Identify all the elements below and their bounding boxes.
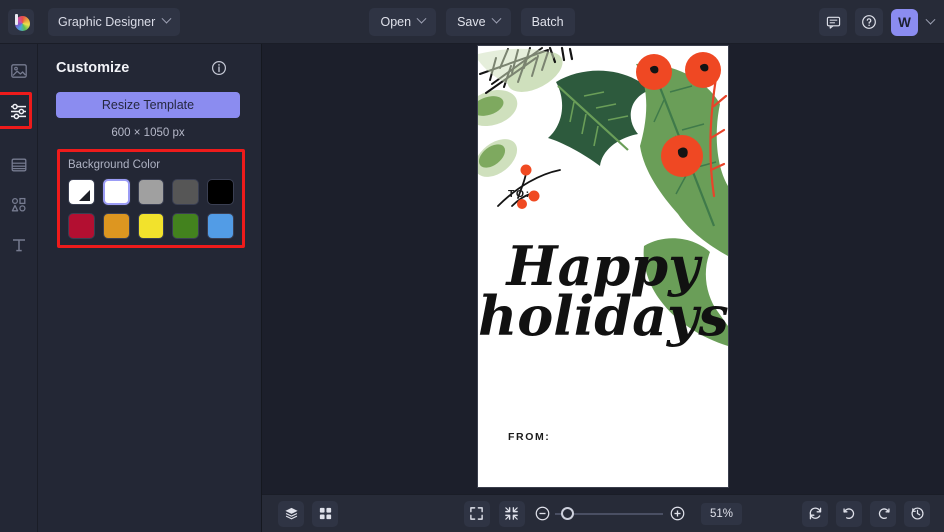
template-dimensions: 600 × 1050 px [111, 127, 185, 139]
greeting-text: Happy holidays [478, 239, 728, 348]
layers-icon [284, 507, 298, 520]
top-bar-right-actions: W [819, 0, 936, 44]
page-title: Customize [56, 60, 130, 76]
resize-template-label: Resize Template [101, 98, 195, 112]
greeting-line-2: holidays [478, 283, 728, 348]
image-icon [10, 64, 27, 78]
chevron-down-icon [416, 13, 427, 24]
grid-icon [319, 507, 331, 520]
sliders-icon [11, 103, 26, 119]
info-circle-icon[interactable] [211, 60, 227, 76]
undo-button[interactable] [836, 500, 862, 527]
reset-button[interactable] [802, 500, 828, 527]
comment-icon [826, 16, 840, 29]
sidebar-item-image[interactable] [6, 58, 32, 84]
layers-button[interactable] [278, 500, 304, 527]
zoom-slider-handle[interactable] [560, 506, 574, 520]
swatch-blue[interactable] [207, 213, 234, 239]
collapse-icon [505, 507, 519, 520]
batch-button[interactable]: Batch [520, 7, 575, 36]
zoom-slider-track[interactable] [554, 506, 663, 520]
sidebar-item-text[interactable] [6, 232, 32, 258]
chevron-down-icon [491, 13, 502, 24]
redo-icon [878, 508, 890, 519]
swatch-white[interactable] [102, 179, 130, 205]
history-button[interactable] [904, 500, 930, 527]
grid-button[interactable] [312, 500, 338, 527]
befunky-logo-icon[interactable] [8, 8, 34, 35]
swatch-transparent[interactable] [68, 179, 95, 205]
app-root: Graphic Designer Open Save Batch W Custo… [0, 0, 944, 532]
swatch-dark-gray[interactable] [172, 179, 200, 205]
design-canvas[interactable]: TO: Happy holidays FROM: [478, 46, 728, 487]
bottom-bar-left [278, 500, 338, 527]
swatch-yellow[interactable] [137, 213, 165, 239]
canvas-stage[interactable]: TO: Happy holidays FROM: [262, 44, 944, 494]
batch-button-label: Batch [531, 14, 564, 29]
feedback-button[interactable] [819, 8, 847, 36]
redo-button[interactable] [870, 500, 896, 527]
swatch-light-gray[interactable] [137, 179, 165, 205]
reset-icon [809, 507, 821, 520]
top-bar: Graphic Designer Open Save Batch W [0, 0, 944, 44]
swatch-green[interactable] [172, 213, 200, 239]
zoom-controls: 51% [453, 500, 753, 527]
app-switcher-label: Graphic Designer [58, 14, 156, 29]
expand-icon [470, 507, 484, 520]
customize-panel: Customize Resize Template 600 × 1050 px [38, 44, 262, 532]
swatch-black[interactable] [207, 179, 234, 205]
open-button[interactable]: Open [369, 7, 437, 36]
resize-template-button[interactable]: Resize Template [56, 92, 240, 118]
bottom-bar: 51% [262, 494, 944, 532]
swatch-row-neutral [68, 179, 234, 205]
plus-circle-icon [670, 506, 685, 521]
background-color-section: Background Color [57, 149, 245, 258]
fit-to-screen-button[interactable] [498, 500, 525, 527]
zoom-slider-group [534, 505, 686, 522]
chevron-down-icon[interactable] [925, 14, 936, 25]
app-switcher[interactable]: Graphic Designer [48, 7, 181, 36]
tool-rail [0, 44, 38, 532]
text-icon [12, 239, 25, 252]
history-icon [910, 507, 924, 520]
from-label: FROM: [508, 431, 551, 443]
top-bar-center-actions: Open Save Batch [362, 7, 582, 36]
layout-icon [11, 158, 26, 172]
sidebar-item-graphics[interactable] [6, 192, 32, 218]
minus-circle-icon [535, 506, 550, 521]
shapes-icon [11, 197, 26, 212]
panel-header: Customize [56, 60, 245, 76]
save-button-label: Save [457, 14, 486, 29]
zoom-in-button[interactable] [669, 505, 686, 522]
zoom-level-value[interactable]: 51% [700, 502, 743, 525]
to-label: TO: [508, 188, 531, 200]
swatch-crimson[interactable] [68, 213, 95, 239]
transparent-indicator [78, 190, 90, 201]
save-button[interactable]: Save [446, 7, 511, 36]
sidebar-item-layout[interactable] [6, 152, 32, 178]
chevron-down-icon [161, 13, 172, 24]
zoom-out-button[interactable] [534, 505, 551, 522]
open-button-label: Open [380, 14, 412, 29]
swatch-row-color [68, 213, 234, 239]
background-color-label: Background Color [68, 159, 161, 171]
fullscreen-button[interactable] [463, 500, 490, 527]
undo-icon [842, 508, 854, 519]
avatar[interactable]: W [891, 8, 918, 36]
bottom-bar-right [802, 500, 930, 527]
help-circle-icon [862, 15, 876, 29]
swatch-amber[interactable] [102, 213, 130, 239]
avatar-initial: W [898, 14, 911, 30]
help-button[interactable] [855, 8, 883, 36]
logo-stem [15, 13, 18, 25]
sidebar-item-customize[interactable] [0, 92, 32, 129]
